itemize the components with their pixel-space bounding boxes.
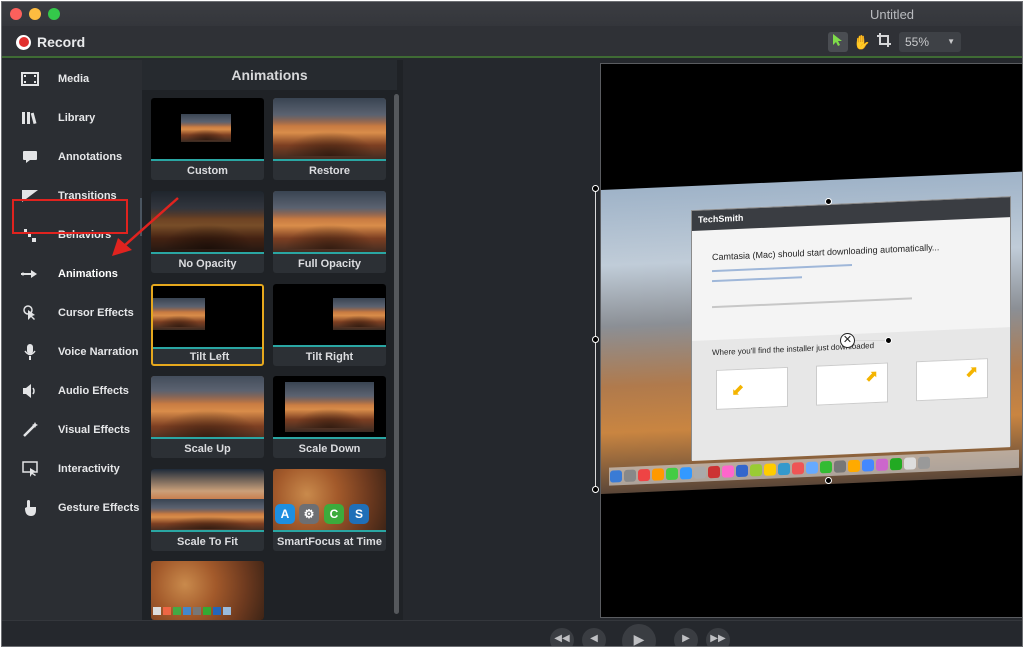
sidebar-item-label: Visual Effects — [58, 424, 130, 436]
tile-label: Tilt Left — [189, 351, 230, 363]
tile-label: Restore — [309, 165, 350, 177]
step-back-icon[interactable]: ◀◀ — [550, 628, 574, 646]
chevron-down-icon: ▼ — [947, 37, 955, 46]
tile-thumbnail — [151, 98, 264, 161]
interactivity-icon — [20, 459, 40, 479]
animation-arrow-icon — [20, 264, 40, 284]
sidebar-item-audio-effects[interactable]: Audio Effects — [2, 372, 142, 410]
sidebar-item-label: Library — [58, 112, 96, 124]
tile-label: Tilt Right — [305, 351, 354, 363]
tile-label: SmartFocus at Time — [277, 536, 382, 548]
animation-tile-restore[interactable]: Restore — [273, 98, 386, 180]
sidebar-item-media[interactable]: Media — [2, 60, 142, 98]
animations-panel: Animations Custom Restore No Opacity Ful… — [142, 60, 403, 620]
window-title: Untitled — [869, 7, 915, 22]
animation-tile-smartfocus-at-time[interactable]: A ⚙ C S SmartFocus at Time — [273, 469, 386, 551]
zoom-value: 55% — [905, 35, 930, 49]
animation-tile-scale-to-fit[interactable]: Scale To Fit — [151, 469, 264, 551]
preview-heading: Camtasia (Mac) should start downloading … — [712, 242, 940, 263]
sidebar-item-visual-effects[interactable]: Visual Effects — [2, 411, 142, 449]
resize-handle-middle-left[interactable] — [592, 336, 599, 343]
rotate-handle[interactable] — [885, 337, 892, 344]
hand-pan-icon[interactable]: ✋ — [852, 32, 872, 52]
animation-tile-scale-down[interactable]: Scale Down — [273, 376, 386, 458]
animation-tile-smartfocus[interactable] — [151, 561, 264, 620]
library-books-icon — [20, 108, 40, 128]
sidebar-item-label: Annotations — [58, 151, 123, 163]
film-icon — [20, 69, 40, 89]
sidebar-item-gesture-effects[interactable]: Gesture Effects — [2, 489, 142, 527]
sidebar-item-annotations[interactable]: Annotations — [2, 138, 142, 176]
sidebar-item-label: Media — [58, 73, 90, 85]
cursor-icon — [20, 303, 40, 323]
tile-thumbnail — [151, 561, 264, 620]
canvas-area: TechSmith Camtasia (Mac) should start do… — [403, 60, 1022, 620]
microphone-icon — [20, 342, 40, 362]
tile-thumbnail — [153, 286, 262, 347]
sidebar-item-interactivity[interactable]: Interactivity — [2, 450, 142, 488]
tools-sidebar: Media Library Annotations Transitions Be… — [2, 60, 142, 620]
preview-canvas[interactable]: TechSmith Camtasia (Mac) should start do… — [600, 63, 1022, 618]
sidebar-item-label: Audio Effects — [58, 385, 129, 397]
settings-gear-icon: ⚙ — [299, 504, 319, 524]
tile-label: Full Opacity — [298, 258, 361, 270]
animation-tile-tilt-right[interactable]: Tilt Right — [273, 284, 386, 366]
preview-brand: TechSmith — [698, 212, 744, 225]
record-button[interactable]: Record — [16, 34, 85, 50]
step-forward-icon[interactable]: ▶▶ — [706, 628, 730, 646]
record-label: Record — [37, 34, 86, 50]
rewind-icon[interactable]: ◀ — [582, 628, 606, 646]
panel-scrollbar[interactable] — [394, 94, 399, 614]
animation-tile-full-opacity[interactable]: Full Opacity — [273, 191, 386, 273]
close-icon[interactable]: ✕ — [840, 333, 855, 348]
sidebar-item-label: Cursor Effects — [58, 307, 134, 319]
crop-icon[interactable] — [874, 32, 894, 52]
speech-bubble-icon — [20, 147, 40, 167]
tile-label: Custom — [187, 165, 228, 177]
sidebar-item-library[interactable]: Library — [2, 99, 142, 137]
resize-handle-bottom-center[interactable] — [825, 477, 832, 484]
sidebar-item-label: Interactivity — [58, 463, 120, 475]
sidebar-item-voice-narration[interactable]: Voice Narration — [2, 333, 142, 371]
tile-label: Scale Up — [184, 443, 231, 455]
tile-thumbnail: A ⚙ C S — [273, 469, 386, 532]
play-icon[interactable]: ▶ — [622, 624, 656, 646]
playback-controls: ◀◀ ◀ ▶ ▶ ▶▶ — [2, 620, 1022, 646]
camtasia-icon: C — [324, 504, 344, 524]
snagit-icon: S — [349, 504, 369, 524]
sidebar-item-cursor-effects[interactable]: Cursor Effects — [2, 294, 142, 332]
zoom-select[interactable]: 55% ▼ — [899, 32, 961, 52]
hand-gesture-icon — [20, 498, 40, 518]
tile-thumbnail — [273, 98, 386, 161]
tile-thumbnail — [273, 284, 386, 347]
tile-thumbnail — [151, 469, 264, 532]
tile-thumbnail — [273, 191, 386, 254]
record-icon — [16, 34, 31, 50]
tile-thumbnail — [151, 376, 264, 439]
sidebar-item-label: Animations — [58, 268, 118, 280]
annotation-arrow — [112, 197, 179, 256]
sidebar-item-label: Gesture Effects — [58, 502, 140, 514]
resize-handle-top-center[interactable] — [825, 198, 832, 205]
tile-thumbnail — [273, 376, 386, 439]
app-store-icon: A — [275, 504, 295, 524]
tile-label: Scale Down — [298, 443, 361, 455]
preview-browser-window: TechSmith Camtasia (Mac) should start do… — [691, 196, 1011, 462]
animation-tile-tilt-left[interactable]: Tilt Left — [151, 284, 264, 366]
title-bar: Untitled — [2, 2, 1022, 26]
speaker-icon — [20, 381, 40, 401]
tile-label: Scale To Fit — [177, 536, 238, 548]
animation-tile-custom[interactable]: Custom — [151, 98, 264, 180]
panel-title: Animations — [142, 60, 397, 90]
resize-handle-top-left[interactable] — [592, 185, 599, 192]
magic-wand-icon — [20, 420, 40, 440]
animation-tile-scale-up[interactable]: Scale Up — [151, 376, 264, 458]
app-window: Untitled Record ✋ 55% ▼ Media Library An… — [1, 1, 1023, 647]
canvas-media-clip[interactable]: TechSmith Camtasia (Mac) should start do… — [601, 171, 1022, 494]
main-toolbar: Record ✋ 55% ▼ — [2, 26, 1022, 58]
forward-icon[interactable]: ▶ — [674, 628, 698, 646]
select-arrow-icon[interactable] — [828, 32, 848, 52]
sidebar-item-label: Voice Narration — [58, 346, 139, 358]
resize-handle-bottom-left[interactable] — [592, 486, 599, 493]
